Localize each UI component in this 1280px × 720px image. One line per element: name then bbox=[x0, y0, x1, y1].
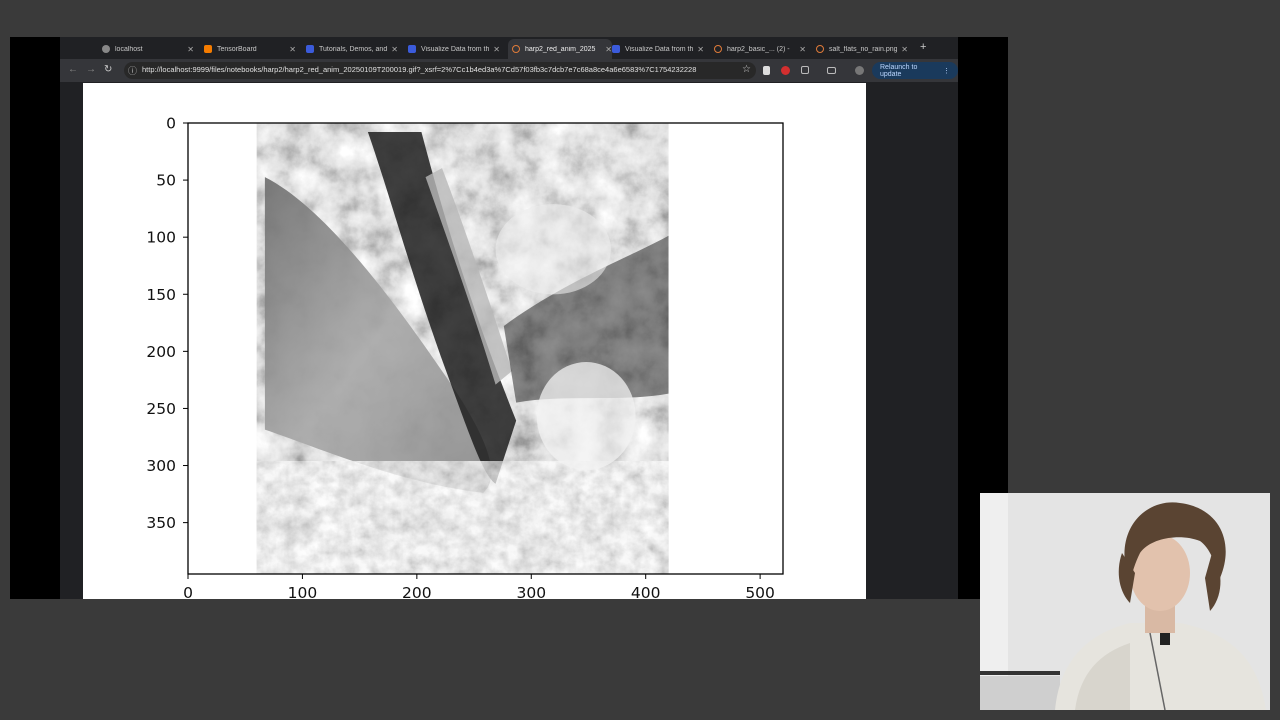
site-info-icon[interactable]: ⓘ bbox=[128, 64, 137, 77]
document-extension-icon[interactable] bbox=[763, 66, 770, 75]
y-tick-label: 150 bbox=[146, 286, 176, 304]
tab-visualize-data-2[interactable]: Visualize Data from th ✕ bbox=[612, 39, 704, 59]
bookmark-star-icon[interactable]: ☆ bbox=[742, 64, 751, 75]
tab-title: Visualize Data from th bbox=[625, 45, 694, 53]
image-plot: 0 100 200 300 400 500 0 50 100 150 200 250 300 350 bbox=[146, 115, 784, 599]
more-menu-icon: ⋮ bbox=[943, 67, 950, 75]
x-tick-label: 0 bbox=[183, 584, 193, 599]
close-icon[interactable]: ✕ bbox=[697, 45, 704, 54]
tab-bar: localhost ✕ TensorBoard ✕ Tutorials, Dem… bbox=[60, 37, 958, 59]
forward-arrow-icon[interactable]: → bbox=[86, 64, 96, 75]
x-tick-label: 200 bbox=[402, 584, 432, 599]
tab-tensorboard[interactable]: TensorBoard ✕ bbox=[204, 39, 296, 59]
tensorboard-icon bbox=[204, 45, 212, 53]
close-icon[interactable]: ✕ bbox=[187, 45, 194, 54]
tab-visualize-data-1[interactable]: Visualize Data from th ✕ bbox=[408, 39, 500, 59]
jupyter-icon bbox=[512, 45, 520, 53]
shared-screen: localhost ✕ TensorBoard ✕ Tutorials, Dem… bbox=[10, 37, 1008, 599]
block-extension-icon[interactable] bbox=[781, 66, 790, 75]
page-content: 0 100 200 300 400 500 0 50 100 150 200 250 300 350 bbox=[83, 83, 866, 599]
browser-window: localhost ✕ TensorBoard ✕ Tutorials, Dem… bbox=[60, 37, 958, 599]
x-tick-label: 100 bbox=[288, 584, 318, 599]
address-bar[interactable]: ⓘ http://localhost:9999/files/notebooks/… bbox=[124, 62, 756, 79]
tab-harp2-basic[interactable]: harp2_basic_... (2) - ✕ bbox=[714, 39, 806, 59]
y-tick-label: 0 bbox=[166, 115, 176, 133]
y-tick-label: 50 bbox=[156, 172, 176, 190]
x-tick-label: 500 bbox=[745, 584, 775, 599]
close-icon[interactable]: ✕ bbox=[391, 45, 398, 54]
x-tick-label: 300 bbox=[516, 584, 546, 599]
back-arrow-icon[interactable]: ← bbox=[68, 64, 78, 75]
tab-salt-flats[interactable]: salt_flats_no_rain.png ✕ bbox=[816, 39, 908, 59]
cast-icon[interactable] bbox=[827, 67, 836, 74]
tab-title: salt_flats_no_rain.png bbox=[829, 45, 898, 53]
profile-icon[interactable] bbox=[855, 66, 864, 75]
document-icon bbox=[612, 45, 620, 53]
tab-harp2-red-anim[interactable]: harp2_red_anim_2025 ✕ bbox=[508, 39, 612, 59]
tab-title: TensorBoard bbox=[217, 45, 257, 53]
tab-localhost[interactable]: localhost ✕ bbox=[102, 39, 194, 59]
y-tick-label: 300 bbox=[146, 457, 176, 475]
satellite-image bbox=[256, 123, 669, 574]
y-tick-label: 200 bbox=[146, 343, 176, 361]
y-tick-label: 100 bbox=[146, 229, 176, 247]
jupyter-icon bbox=[714, 45, 722, 53]
close-icon[interactable]: ✕ bbox=[799, 45, 806, 54]
document-icon bbox=[408, 45, 416, 53]
close-icon[interactable]: ✕ bbox=[901, 45, 908, 54]
close-icon[interactable]: ✕ bbox=[289, 45, 296, 54]
close-icon[interactable]: ✕ bbox=[493, 45, 500, 54]
tab-tutorials[interactable]: Tutorials, Demos, and ✕ bbox=[306, 39, 398, 59]
relaunch-to-update-button[interactable]: Relaunch to update ⋮ bbox=[872, 62, 958, 79]
jupyter-icon bbox=[816, 45, 824, 53]
url-text[interactable]: http://localhost:9999/files/notebooks/ha… bbox=[142, 65, 702, 74]
puzzle-extensions-icon[interactable] bbox=[801, 66, 809, 74]
reload-icon[interactable]: ↻ bbox=[104, 64, 112, 75]
presenter-webcam bbox=[980, 493, 1270, 710]
new-tab-button[interactable]: + bbox=[920, 41, 926, 53]
x-tick-label: 400 bbox=[631, 584, 661, 599]
y-tick-label: 250 bbox=[146, 400, 176, 418]
presenter-video bbox=[980, 493, 1270, 710]
tab-title: harp2_basic_... (2) - bbox=[727, 45, 790, 53]
tab-title: Visualize Data from th bbox=[421, 45, 490, 53]
close-icon[interactable]: ✕ bbox=[605, 45, 612, 54]
document-icon bbox=[306, 45, 314, 53]
tab-title: Tutorials, Demos, and bbox=[319, 45, 388, 53]
relaunch-label: Relaunch to update bbox=[880, 63, 918, 78]
tab-title: harp2_red_anim_2025 bbox=[525, 45, 596, 53]
browser-toolbar: ← → ↻ ⓘ http://localhost:9999/files/note… bbox=[60, 59, 958, 82]
tab-title: localhost bbox=[115, 45, 143, 53]
y-tick-label: 350 bbox=[146, 514, 176, 532]
globe-icon bbox=[102, 45, 110, 53]
